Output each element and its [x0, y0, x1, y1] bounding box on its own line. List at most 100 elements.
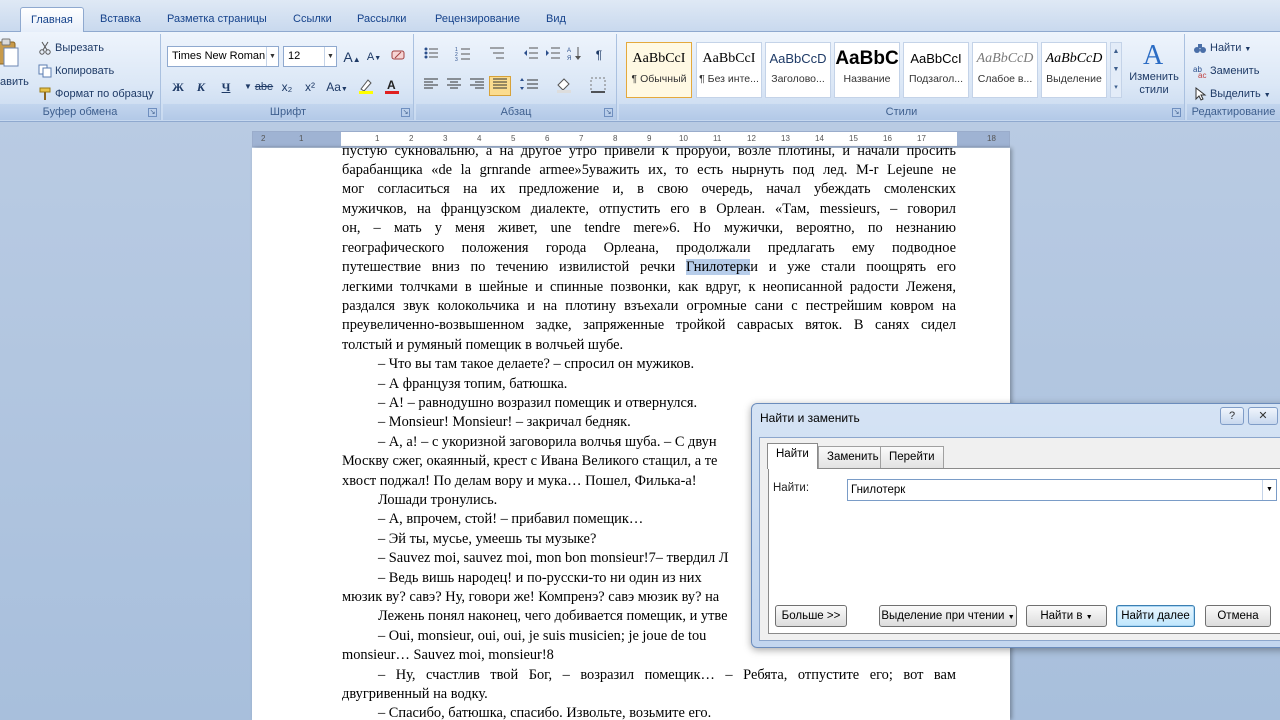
style-subtitle[interactable]: AaBbCcI Подзагол...	[903, 42, 969, 98]
cut-button[interactable]: Вырезать	[38, 38, 104, 58]
paragraph-launcher-icon[interactable]: ↘	[604, 108, 613, 117]
bullets-icon[interactable]	[420, 44, 442, 64]
decrease-indent-icon[interactable]	[520, 44, 542, 64]
bold-button[interactable]: Ж	[167, 76, 189, 96]
style-normal[interactable]: AaBbCcI ¶ Обычный	[626, 42, 692, 98]
sort-icon[interactable]: AЯ	[564, 44, 586, 64]
tab-references[interactable]: Ссылки	[283, 7, 342, 32]
underline-button[interactable]: Ч	[215, 76, 237, 96]
copy-label: Копировать	[55, 65, 115, 77]
paragraph-group-label: Абзац	[416, 104, 616, 120]
format-painter-button[interactable]: Формат по образцу	[38, 84, 154, 104]
find-replace-dialog[interactable]: Найти и заменить ? ✕ Найти Заменить Пере…	[751, 403, 1280, 648]
reading-highlight-button[interactable]: Выделение при чтении ▼	[879, 605, 1017, 627]
svg-text:A: A	[387, 78, 396, 92]
styles-launcher-icon[interactable]: ↘	[1172, 108, 1181, 117]
horizontal-ruler[interactable]: 2 1 1 2 3 4 5 6 7 8 9 10 11 12 13 14 15 …	[252, 131, 1010, 147]
chevron-down-icon[interactable]: ▼	[324, 47, 336, 66]
font-launcher-icon[interactable]: ↘	[401, 108, 410, 117]
tab-home[interactable]: Главная	[20, 7, 84, 32]
change-styles-label-2: стили	[1139, 84, 1169, 96]
tab-replace[interactable]: Заменить	[818, 446, 888, 468]
replace-button[interactable]: ab ac Заменить	[1193, 61, 1259, 81]
cut-label: Вырезать	[55, 42, 104, 54]
chevron-down-icon[interactable]: ▼	[1262, 480, 1276, 500]
brush-icon	[38, 87, 52, 101]
style-heading[interactable]: AaBbCcD Заголово...	[765, 42, 831, 98]
chevron-down-icon[interactable]: ▼	[266, 47, 278, 66]
ruler-tick: 14	[815, 134, 824, 143]
borders-icon[interactable]	[584, 76, 612, 96]
style-subtle-emphasis[interactable]: AaBbCcD Слабое в...	[972, 42, 1038, 98]
ruler-tick: 7	[579, 134, 584, 143]
subscript-button[interactable]: x₂	[276, 76, 298, 96]
text-line: мужичков, на французском диалекте, отпус…	[342, 201, 956, 217]
multilevel-list-icon[interactable]	[486, 44, 508, 64]
tab-goto[interactable]: Перейти	[880, 446, 944, 468]
increase-indent-icon[interactable]	[542, 44, 564, 64]
paste-button[interactable]: авить	[0, 72, 29, 92]
style-sample: AaBbCcI	[632, 51, 686, 66]
font-name-value: Times New Roman	[172, 50, 266, 62]
strikethrough-button[interactable]: abe	[253, 76, 275, 96]
close-icon[interactable]: ✕	[1248, 407, 1278, 425]
style-title[interactable]: AaBbC Название	[834, 42, 900, 98]
find-in-button[interactable]: Найти в ▼	[1026, 605, 1107, 627]
tab-page-layout[interactable]: Разметка страницы	[157, 7, 277, 32]
align-left-icon[interactable]	[420, 76, 442, 96]
editing-group-label: Редактирование	[1187, 104, 1280, 120]
highlight-icon[interactable]	[355, 76, 377, 96]
ruler-tick: 1	[299, 134, 304, 143]
text-line: преувеличенно-возвышенном задке, запряже…	[342, 317, 956, 333]
copy-button[interactable]: Копировать	[38, 61, 114, 81]
tab-find[interactable]: Найти	[767, 443, 818, 469]
text-line: он, – мать у меня живет, une tendre mere…	[342, 220, 956, 236]
svg-text:ac: ac	[1198, 71, 1206, 78]
numbering-icon[interactable]: 123	[452, 44, 474, 64]
shading-icon[interactable]	[550, 76, 580, 96]
ruler-tick: 16	[883, 134, 892, 143]
grow-font-button[interactable]: A▲	[341, 46, 363, 66]
font-color-icon[interactable]: A	[381, 76, 403, 96]
shrink-font-button[interactable]: A▼	[363, 46, 385, 66]
style-no-spacing[interactable]: AaBbCcI ¶ Без инте...	[696, 42, 762, 98]
font-name-combo[interactable]: Times New Roman ▼	[167, 46, 279, 67]
font-size-combo[interactable]: 12 ▼	[283, 46, 337, 67]
tab-view[interactable]: Вид	[536, 7, 576, 32]
styles-group-label: Стили	[619, 104, 1184, 120]
change-case-button[interactable]: Aa▼	[323, 76, 351, 96]
line-spacing-icon[interactable]	[514, 76, 544, 96]
find-next-button[interactable]: Найти далее	[1116, 605, 1195, 627]
find-button[interactable]: Найти ▼	[1193, 38, 1251, 58]
select-button[interactable]: Выделить ▼	[1193, 84, 1271, 104]
italic-button[interactable]: К	[190, 76, 212, 96]
tab-review[interactable]: Рецензирование	[425, 7, 530, 32]
style-emphasis[interactable]: AaBbCcD Выделение	[1041, 42, 1107, 98]
find-input[interactable]: Гнилотерк ▼	[847, 479, 1277, 501]
copy-icon	[38, 64, 52, 78]
style-sample: AaBbCcI	[702, 51, 756, 66]
text-line: географического положения города Орлеана…	[342, 240, 956, 256]
ruler-tick: 4	[477, 134, 482, 143]
tab-insert[interactable]: Вставка	[90, 7, 151, 32]
styles-group: AaBbCcI ¶ Обычный AaBbCcI ¶ Без инте... …	[619, 34, 1185, 120]
ruler-tick: 2	[409, 134, 414, 143]
justify-icon[interactable]	[489, 76, 511, 96]
clear-formatting-icon[interactable]	[387, 46, 409, 66]
more-button[interactable]: Больше >>	[775, 605, 847, 627]
styles-scroll[interactable]: ▲ ▼ ▾	[1110, 42, 1122, 98]
find-label: Найти:	[773, 482, 810, 494]
superscript-button[interactable]: x²	[299, 76, 321, 96]
paste-icon[interactable]	[0, 38, 20, 68]
align-right-icon[interactable]	[466, 76, 488, 96]
help-button[interactable]: ?	[1220, 407, 1244, 425]
clipboard-launcher-icon[interactable]: ↘	[148, 108, 157, 117]
change-styles-button[interactable]: A Изменить стили	[1125, 38, 1183, 104]
text-line: – А французя топим, батюшка.	[378, 376, 568, 392]
ruler-tick: 13	[781, 134, 790, 143]
tab-mailings[interactable]: Рассылки	[347, 7, 416, 32]
align-center-icon[interactable]	[443, 76, 465, 96]
pilcrow-icon[interactable]: ¶	[588, 44, 610, 64]
cancel-button[interactable]: Отмена	[1205, 605, 1271, 627]
dialog-body: Найти Заменить Перейти Найти: Гнилотерк …	[759, 437, 1280, 641]
